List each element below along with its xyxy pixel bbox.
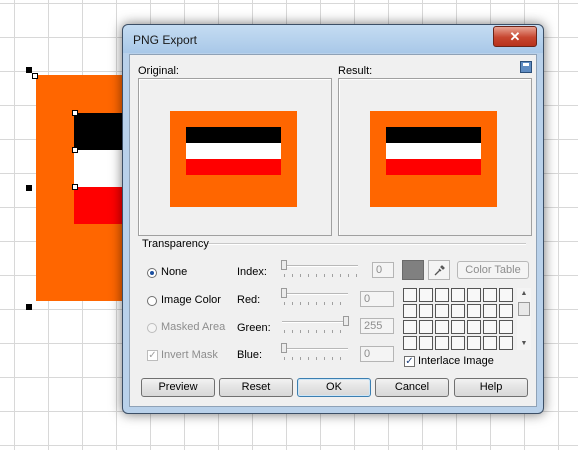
color-cell[interactable] (435, 320, 449, 334)
color-cell[interactable] (435, 288, 449, 302)
color-cell[interactable] (483, 304, 497, 318)
color-cell[interactable] (403, 288, 417, 302)
flag-handle-middle[interactable] (72, 147, 78, 153)
color-cell[interactable] (483, 336, 497, 350)
green-slider-track[interactable] (282, 321, 348, 323)
green-slider-thumb[interactable] (343, 316, 349, 326)
blue-input[interactable]: 0 (360, 346, 394, 362)
blue-slider-thumb[interactable] (281, 343, 287, 353)
color-cell[interactable] (403, 320, 417, 334)
interlace-checkbox[interactable]: ✓ (404, 356, 415, 367)
color-cell[interactable] (403, 336, 417, 350)
result-white-stripe (386, 143, 481, 159)
index-slider-track[interactable] (282, 265, 358, 267)
color-cell[interactable] (435, 336, 449, 350)
color-cell[interactable] (451, 336, 465, 350)
color-cell[interactable] (483, 320, 497, 334)
radio-masked-area-label[interactable]: Masked Area (161, 321, 225, 333)
flag-handle-top[interactable] (72, 110, 78, 116)
blue-label: Blue: (237, 349, 263, 361)
result-red-stripe (386, 159, 481, 175)
save-icon[interactable] (520, 61, 532, 73)
radio-none-label[interactable]: None (161, 266, 187, 278)
radio-masked-area[interactable] (147, 323, 157, 333)
radio-image-color[interactable] (147, 296, 157, 306)
index-slider-ticks (284, 274, 358, 277)
selection-handle-middle-left[interactable] (26, 185, 32, 191)
invert-mask-label[interactable]: Invert Mask (161, 349, 218, 361)
red-slider-thumb[interactable] (281, 288, 287, 298)
reset-button[interactable]: Reset (219, 378, 293, 397)
preview-button[interactable]: Preview (141, 378, 215, 397)
red-label: Red: (237, 294, 261, 306)
color-table-grid[interactable] (403, 288, 513, 350)
eyedropper-icon (434, 265, 445, 276)
result-preview (338, 78, 532, 236)
result-black-stripe (386, 127, 481, 143)
color-cell[interactable] (499, 320, 513, 334)
original-red-stripe (186, 159, 281, 175)
eyedropper-button[interactable] (428, 260, 450, 280)
index-input[interactable]: 0 (372, 262, 394, 278)
green-slider-ticks (284, 330, 348, 333)
blue-slider-track[interactable] (282, 348, 348, 350)
color-cell[interactable] (467, 288, 481, 302)
radio-image-color-label[interactable]: Image Color (161, 294, 221, 306)
original-white-stripe (186, 143, 281, 159)
index-label: Index: (237, 266, 267, 278)
color-cell[interactable] (483, 288, 497, 302)
red-input[interactable]: 0 (360, 291, 394, 307)
color-cell[interactable] (435, 304, 449, 318)
transparency-group-label: Transparency (142, 238, 209, 250)
color-table-scrollbar[interactable]: ▲ ▼ (517, 288, 531, 350)
original-preview (138, 78, 332, 236)
color-cell[interactable] (419, 336, 433, 350)
result-label: Result: (338, 65, 373, 77)
color-cell[interactable] (499, 304, 513, 318)
ok-button[interactable]: OK (297, 378, 371, 397)
original-black-stripe (186, 127, 281, 143)
color-swatch[interactable] (402, 260, 424, 280)
selection-handle-inner[interactable] (32, 73, 38, 79)
color-cell[interactable] (499, 336, 513, 350)
color-cell[interactable] (467, 320, 481, 334)
green-input[interactable]: 255 (360, 318, 394, 334)
blue-slider-ticks (284, 357, 348, 360)
scroll-up-arrow-icon[interactable]: ▲ (517, 288, 531, 300)
dialog-title: PNG Export (133, 33, 198, 47)
color-cell[interactable] (419, 304, 433, 318)
color-cell[interactable] (451, 320, 465, 334)
color-cell[interactable] (451, 304, 465, 318)
color-cell[interactable] (467, 304, 481, 318)
red-slider-track[interactable] (282, 293, 348, 295)
flag-handle-bottom[interactable] (72, 184, 78, 190)
green-label: Green: (237, 322, 271, 334)
original-label: Original: (138, 65, 179, 77)
color-cell[interactable] (419, 288, 433, 302)
color-cell[interactable] (451, 288, 465, 302)
color-cell[interactable] (419, 320, 433, 334)
scroll-down-arrow-icon[interactable]: ▼ (517, 338, 531, 350)
radio-none[interactable] (147, 268, 157, 278)
help-button[interactable]: Help (454, 378, 528, 397)
scroll-thumb[interactable] (518, 302, 530, 316)
color-table-button[interactable]: Color Table (457, 261, 529, 279)
transparency-group-divider (208, 243, 526, 245)
selection-handle-bottom-left[interactable] (26, 304, 32, 310)
index-slider-thumb[interactable] (281, 260, 287, 270)
cancel-button[interactable]: Cancel (375, 378, 449, 397)
invert-mask-checkbox[interactable]: ✓ (147, 350, 158, 361)
color-cell[interactable] (499, 288, 513, 302)
title-bar[interactable]: PNG Export ✕ (123, 25, 543, 53)
color-cell[interactable] (403, 304, 417, 318)
color-cell[interactable] (467, 336, 481, 350)
close-button[interactable]: ✕ (493, 26, 537, 47)
dialog-client-area: Original: Result: Transparency None Imag… (129, 54, 537, 407)
png-export-dialog: PNG Export ✕ Original: Result: Transpare… (122, 24, 544, 414)
red-slider-ticks (284, 302, 348, 305)
interlace-label[interactable]: Interlace Image (418, 355, 494, 367)
